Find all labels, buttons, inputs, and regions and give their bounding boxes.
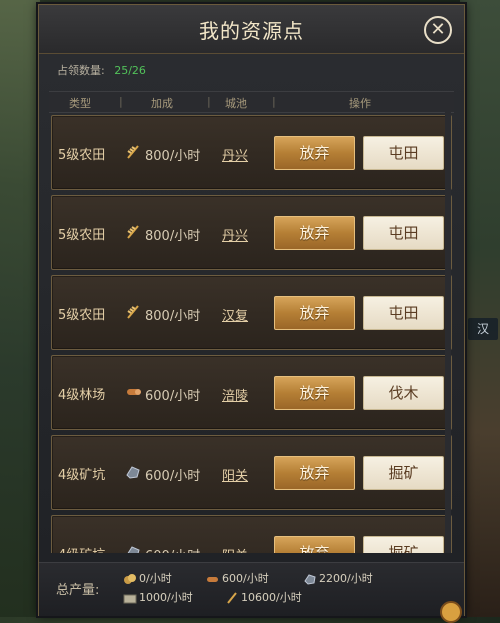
resource-type: 4级矿坑 — [58, 468, 106, 483]
dialog-title: 我的资源点 — [199, 19, 304, 43]
wheat-icon — [127, 225, 139, 239]
map-background-right — [460, 0, 500, 617]
resource-amount: 600/小时 — [145, 389, 201, 404]
abandon-button[interactable]: 放弃 — [274, 296, 355, 330]
list-scrollbar[interactable] — [445, 111, 451, 553]
header-bonus: 加成 — [151, 97, 173, 110]
production-value: 2200/小时 — [319, 572, 373, 585]
resource-type: 5级农田 — [58, 308, 106, 323]
city-link[interactable]: 丹兴 — [222, 225, 248, 244]
resource-amount: 800/小时 — [145, 309, 201, 324]
farm-button[interactable]: 屯田 — [363, 136, 444, 170]
header-separator: | — [119, 95, 123, 108]
resource-row: 4级矿坑 600/小时 阳关 放弃 掘矿 — [51, 515, 452, 553]
dialog-title-bar: 我的资源点 ✕ — [39, 5, 464, 54]
coin-icon — [124, 574, 136, 584]
logging-button[interactable]: 伐木 — [363, 376, 444, 410]
city-link[interactable]: 丹兴 — [222, 145, 248, 164]
iron-ore-icon — [304, 574, 316, 585]
header-separator: | — [207, 95, 211, 108]
farm-button[interactable]: 屯田 — [363, 216, 444, 250]
wood-icon — [127, 389, 141, 395]
resource-row: 4级林场 600/小时 涪陵 放弃 伐木 — [51, 355, 452, 430]
total-production: 总产量: 0/小时 600/小时 2200/小时 1000/小时 10600/小… — [39, 562, 464, 616]
resource-type: 4级林场 — [58, 388, 106, 403]
city-link[interactable]: 涪陵 — [222, 385, 248, 404]
header-type: 类型 — [69, 97, 91, 110]
resource-type: 5级农田 — [58, 228, 106, 243]
mining-button[interactable]: 掘矿 — [363, 456, 444, 490]
production-value: 0/小时 — [139, 572, 172, 585]
wheat-icon — [227, 592, 237, 604]
wheat-icon — [127, 145, 139, 159]
header-separator: | — [272, 95, 276, 108]
occupy-value: 25/26 — [114, 64, 146, 77]
city-link[interactable]: 阳关 — [222, 545, 248, 553]
resource-row: 4级矿坑 600/小时 阳关 放弃 掘矿 — [51, 435, 452, 510]
wood-icon — [207, 577, 218, 582]
table-header: 类型 | 加成 | 城池 | 操作 — [49, 91, 454, 113]
map-city-label[interactable]: 汉 — [468, 318, 498, 340]
wheat-icon — [127, 305, 139, 319]
mining-button[interactable]: 掘矿 — [363, 536, 444, 553]
city-link[interactable]: 汉复 — [222, 305, 248, 324]
abandon-button[interactable]: 放弃 — [274, 216, 355, 250]
occupy-label: 占领数量: — [57, 64, 105, 77]
resource-amount: 800/小时 — [145, 149, 201, 164]
resource-row: 5级农田 800/小时 丹兴 放弃 屯田 — [51, 195, 452, 270]
production-value: 1000/小时 — [139, 591, 193, 604]
occupy-count: 占领数量: 25/26 — [57, 62, 146, 78]
close-icon[interactable]: ✕ — [424, 16, 452, 44]
map-background-left — [0, 0, 40, 617]
abandon-button[interactable]: 放弃 — [274, 536, 355, 553]
resource-amount: 600/小时 — [145, 469, 201, 484]
production-item: 1000/小时 — [123, 589, 193, 605]
header-city: 城池 — [225, 97, 247, 110]
iron-ore-icon — [127, 546, 140, 553]
resource-type: 4级矿坑 — [58, 544, 105, 553]
production-item: 600/小时 — [206, 570, 269, 586]
iron-ore-icon — [126, 466, 140, 479]
abandon-button[interactable]: 放弃 — [274, 456, 355, 490]
production-value: 10600/小时 — [241, 591, 302, 604]
resource-type: 5级农田 — [58, 148, 106, 163]
resource-list[interactable]: 5级农田 800/小时 丹兴 放弃 屯田 5级农田 800/小时 丹兴 放弃 屯… — [49, 111, 454, 553]
abandon-button[interactable]: 放弃 — [274, 376, 355, 410]
total-production-label: 总产量: — [56, 583, 100, 598]
production-value: 600/小时 — [222, 572, 269, 585]
resource-amount: 600/小时 — [145, 545, 200, 553]
header-action: 操作 — [349, 97, 371, 110]
production-item: 10600/小时 — [225, 589, 302, 605]
resource-dialog: 我的资源点 ✕ 占领数量: 25/26 类型 | 加成 | 城池 | 操作 5级… — [38, 4, 465, 623]
stone-icon — [123, 594, 137, 604]
farm-button[interactable]: 屯田 — [363, 296, 444, 330]
resource-row: 5级农田 800/小时 丹兴 放弃 屯田 — [51, 115, 452, 190]
abandon-button[interactable]: 放弃 — [274, 136, 355, 170]
production-item: 2200/小时 — [303, 570, 373, 586]
resource-row: 5级农田 800/小时 汉复 放弃 屯田 — [51, 275, 452, 350]
resource-badge-icon[interactable] — [440, 601, 462, 623]
resource-amount: 800/小时 — [145, 229, 201, 244]
city-link[interactable]: 阳关 — [222, 465, 248, 484]
production-item: 0/小时 — [123, 570, 172, 586]
